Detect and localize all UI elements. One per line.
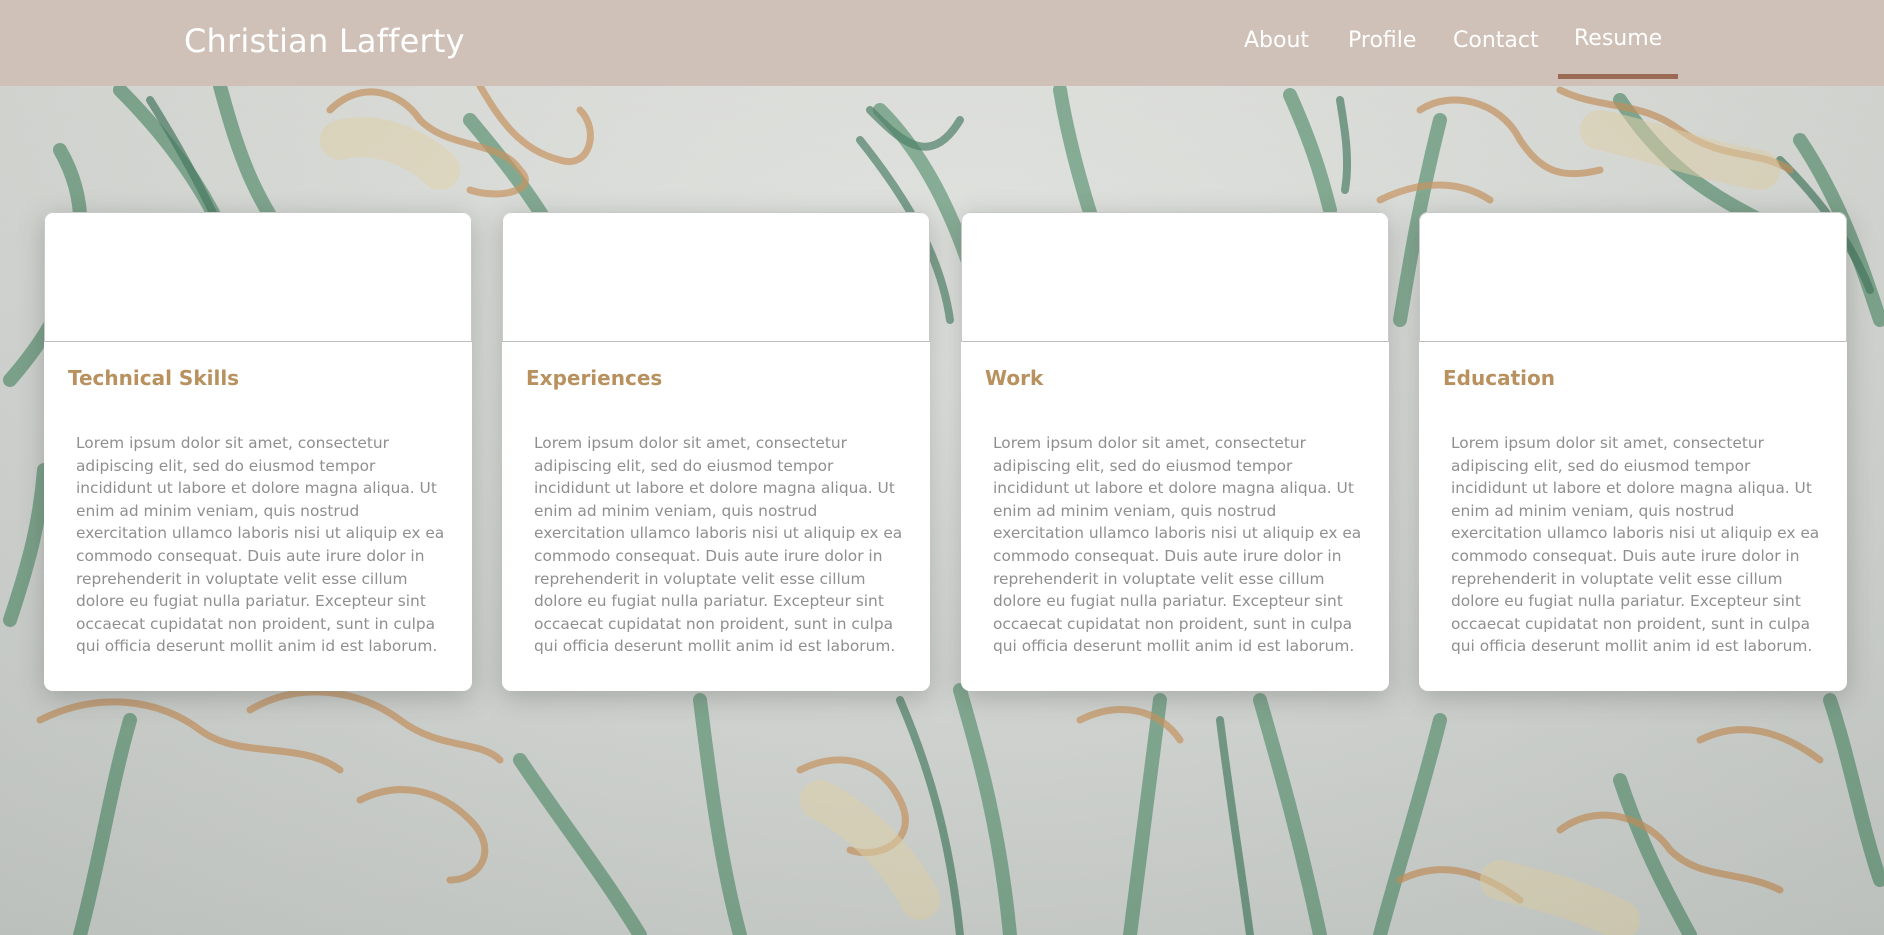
card-image-placeholder (1419, 212, 1847, 342)
card-image-placeholder (961, 212, 1389, 342)
navbar: Christian Lafferty About Profile Contact… (0, 0, 1884, 86)
card-body: Lorem ipsum dolor sit amet, consectetur … (1451, 434, 1820, 656)
nav-contact[interactable]: Contact (1453, 28, 1539, 53)
card-body: Lorem ipsum dolor sit amet, consectetur … (993, 434, 1362, 656)
card-body: Lorem ipsum dolor sit amet, consectetur … (534, 434, 903, 656)
card-body: Lorem ipsum dolor sit amet, consectetur … (76, 434, 445, 656)
card-education: Education Lorem ipsum dolor sit amet, co… (1419, 212, 1847, 691)
card-title: Technical Skills (68, 366, 240, 390)
site-brand[interactable]: Christian Lafferty (184, 22, 465, 60)
nav-about[interactable]: About (1244, 28, 1309, 53)
card-technical-skills: Technical Skills Lorem ipsum dolor sit a… (44, 212, 472, 691)
card-experiences: Experiences Lorem ipsum dolor sit amet, … (502, 212, 930, 691)
card-title: Work (985, 366, 1044, 390)
card-image-placeholder (44, 212, 472, 342)
card-image-placeholder (502, 212, 930, 342)
card-title: Education (1443, 366, 1555, 390)
card-title: Experiences (526, 366, 663, 390)
card-work: Work Lorem ipsum dolor sit amet, consect… (961, 212, 1389, 691)
nav-profile[interactable]: Profile (1348, 28, 1416, 53)
nav-resume[interactable]: Resume (1557, 26, 1679, 79)
